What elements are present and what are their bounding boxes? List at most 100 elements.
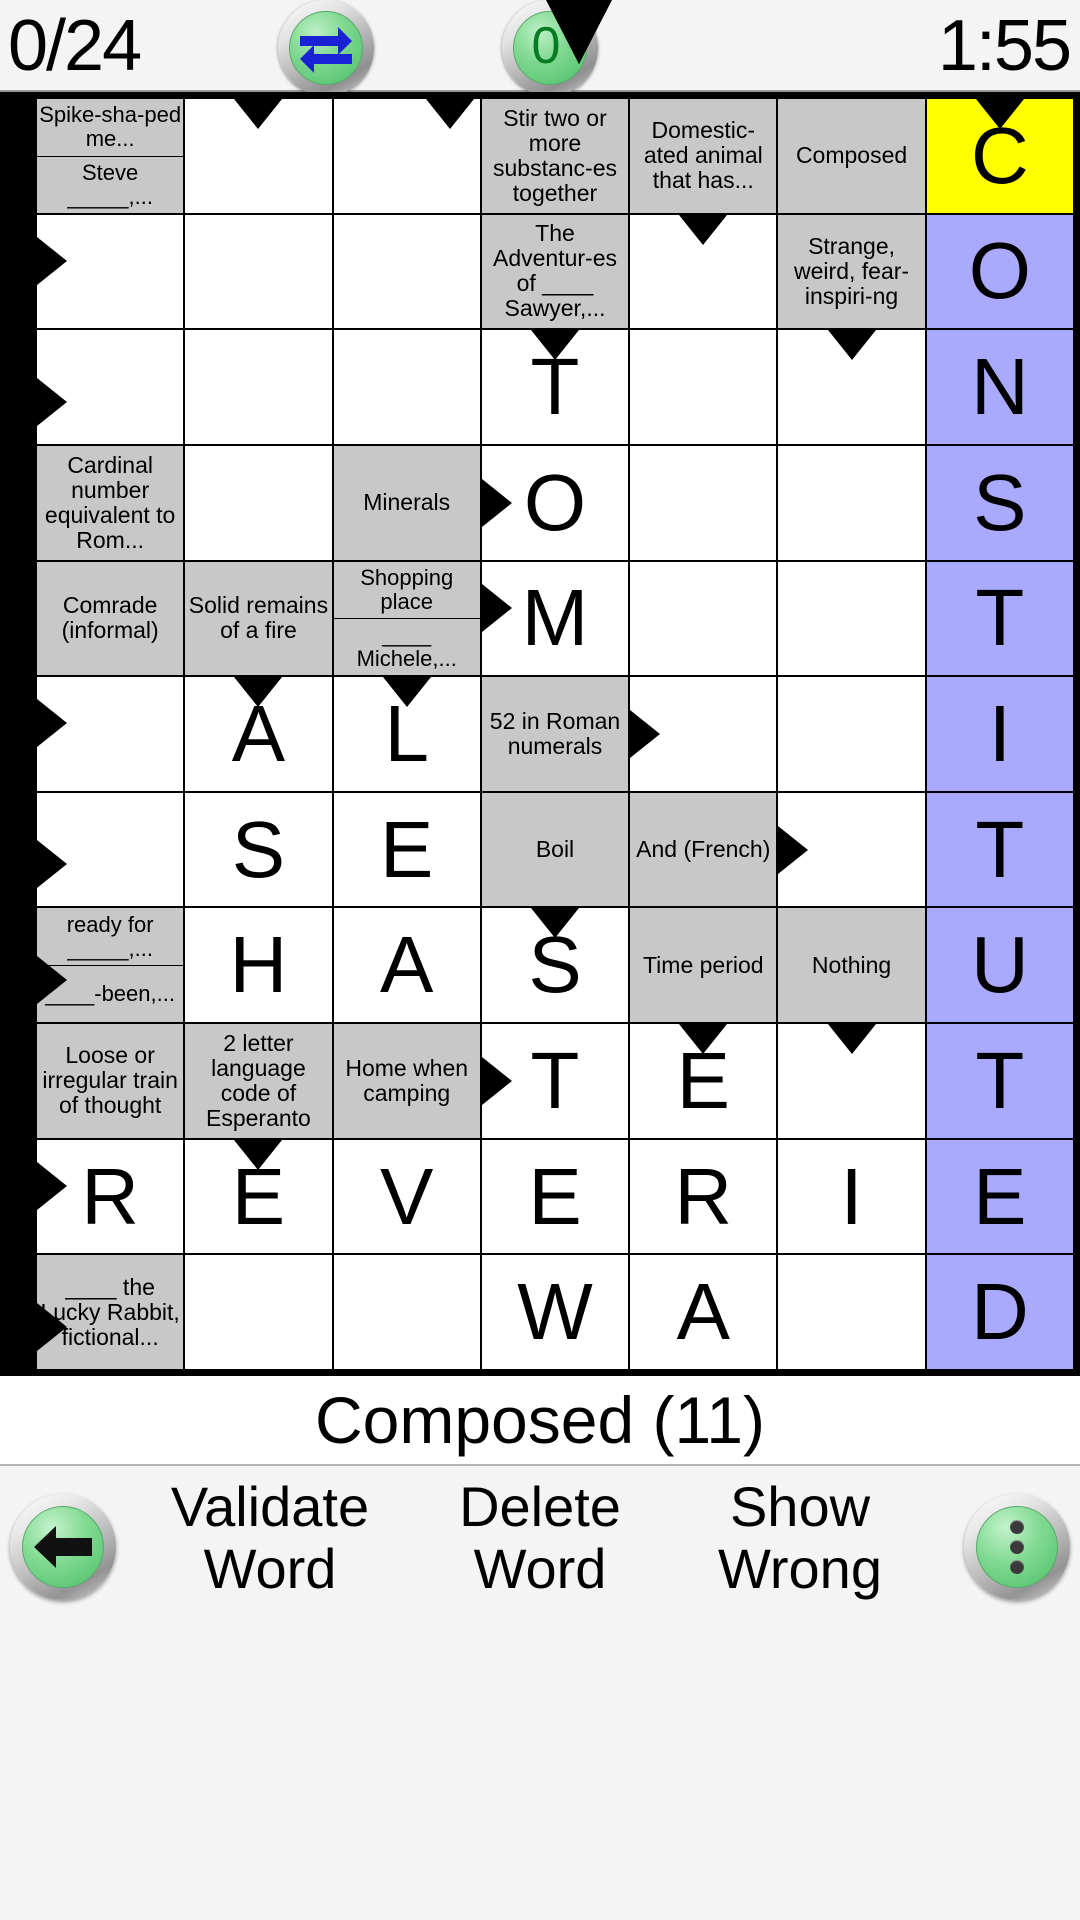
letter-cell[interactable] [184, 213, 333, 330]
letter-cell[interactable]: S [925, 444, 1074, 561]
letter-cell[interactable]: H [184, 907, 333, 1024]
letter-cell[interactable]: S [184, 791, 333, 908]
letter-cell[interactable] [777, 1023, 926, 1139]
clue-text: Minerals [363, 489, 451, 516]
clue-cell[interactable]: Domestic-ated animal that has... [629, 98, 778, 214]
clue-half[interactable]: Steve _____,... [37, 155, 184, 213]
letter-value: T [530, 1035, 580, 1125]
letter-cell[interactable]: O [480, 444, 630, 561]
clue-cell[interactable]: Stir two or more substanc-es together [480, 98, 630, 214]
letter-cell[interactable]: S [480, 907, 630, 1024]
clue-cell[interactable]: Nothing [777, 907, 926, 1024]
validate-word-button[interactable]: Validate Word [130, 1476, 410, 1600]
clue-half[interactable]: Spike-sha-ped me... [37, 99, 184, 156]
clue-half[interactable]: ____ Michele,... [333, 618, 480, 676]
current-clue-display: Composed (11) [0, 1376, 1080, 1464]
show-wrong-button[interactable]: Show Wrong [660, 1476, 940, 1600]
clue-cell[interactable]: Shopping place ____ Michele,... [332, 560, 481, 677]
letter-cell[interactable] [629, 213, 778, 330]
letter-cell[interactable] [629, 444, 778, 561]
letter-cell[interactable] [184, 329, 333, 445]
clue-cell[interactable]: Solid remains of a fire [184, 560, 333, 677]
letter-cell[interactable] [777, 444, 926, 561]
clue-text: ____ Michele,... [356, 622, 457, 672]
letter-cell[interactable] [184, 444, 333, 561]
letter-cell[interactable]: C [925, 98, 1074, 214]
letter-cell[interactable] [36, 791, 185, 908]
clue-cell[interactable]: ready for _____,... ____-been,... [36, 907, 185, 1024]
letter-cell[interactable] [777, 1254, 926, 1370]
letter-cell[interactable] [777, 560, 926, 677]
letter-cell[interactable]: V [332, 1138, 481, 1255]
clue-cell[interactable]: Minerals [332, 444, 481, 561]
letter-cell[interactable]: I [925, 676, 1074, 792]
letter-cell[interactable]: R [36, 1138, 185, 1255]
arrow-right-icon [778, 825, 809, 874]
delete-word-button[interactable]: Delete Word [400, 1476, 680, 1600]
letter-cell[interactable] [36, 676, 185, 792]
clue-text: Stir two or more substanc-es together [492, 104, 617, 206]
letter-cell[interactable]: A [629, 1254, 778, 1370]
letter-cell[interactable] [629, 329, 778, 445]
clue-cell[interactable]: Boil [480, 791, 630, 908]
letter-cell[interactable]: T [925, 560, 1074, 677]
clue-cell[interactable]: ____ the Lucky Rabbit, fictional... [36, 1254, 185, 1370]
letter-cell[interactable] [777, 329, 926, 445]
letter-cell[interactable]: D [925, 1254, 1074, 1370]
clue-cell[interactable]: 2 letter language code of Esperanto [184, 1023, 333, 1139]
letter-cell[interactable]: T [925, 791, 1074, 908]
letter-cell[interactable]: E [332, 791, 481, 908]
clue-cell[interactable]: Comrade (informal) [36, 560, 185, 677]
letter-cell[interactable]: E [925, 1138, 1074, 1255]
clue-cell[interactable]: Time period [629, 907, 778, 1024]
letter-cell[interactable] [332, 98, 481, 214]
clue-cell[interactable]: Strange, weird, fear-inspiri-ng [777, 213, 926, 330]
overflow-menu-button[interactable] [964, 1494, 1070, 1600]
letter-cell[interactable] [332, 329, 481, 445]
clue-half[interactable]: Shopping place [333, 561, 480, 619]
delete-word-label-line1: Delete [459, 1475, 621, 1538]
letter-cell[interactable] [332, 1254, 481, 1370]
letter-cell[interactable]: W [480, 1254, 630, 1370]
letter-cell[interactable]: A [332, 907, 481, 1024]
letter-cell[interactable]: U [925, 907, 1074, 1024]
letter-cell[interactable] [36, 329, 185, 445]
letter-cell[interactable]: E [480, 1138, 630, 1255]
clue-cell[interactable]: Spike-sha-ped me... Steve _____,... [36, 98, 185, 214]
letter-cell[interactable]: M [480, 560, 630, 677]
letter-cell[interactable]: T [480, 329, 630, 445]
letter-cell[interactable] [777, 791, 926, 908]
clue-cell[interactable]: Loose or irregular train of thought [36, 1023, 185, 1139]
clue-cell[interactable]: Composed [777, 98, 926, 214]
letter-cell[interactable] [184, 1254, 333, 1370]
progress-counter: 0/24 [8, 6, 142, 86]
letter-cell[interactable]: T [925, 1023, 1074, 1139]
letter-cell[interactable]: E [184, 1138, 333, 1255]
letter-cell[interactable] [332, 213, 481, 330]
validate-word-label-line2: Word [203, 1537, 337, 1600]
clue-cell[interactable]: Home when camping [332, 1023, 481, 1139]
letter-cell[interactable] [36, 213, 185, 330]
letter-cell[interactable] [629, 560, 778, 677]
clue-cell[interactable]: Cardinal number equivalent to Rom... [36, 444, 185, 561]
arrow-right-icon [37, 699, 67, 748]
letter-cell[interactable] [184, 98, 333, 214]
letter-cell[interactable] [629, 676, 778, 792]
clue-cell[interactable]: The Adventur-es of ____ Sawyer,... [480, 213, 630, 330]
crossword-grid[interactable]: Spike-sha-ped me... Steve _____,... Stir t… [36, 98, 1074, 1370]
letter-cell[interactable]: T [480, 1023, 630, 1139]
letter-cell[interactable]: O [925, 213, 1074, 330]
letter-cell[interactable] [777, 676, 926, 792]
clue-cell[interactable]: 52 in Roman numerals [480, 676, 630, 792]
letter-cell[interactable]: A [184, 676, 333, 792]
letter-cell[interactable]: I [777, 1138, 926, 1255]
clue-text: ready for _____,... [66, 911, 154, 961]
letter-cell[interactable]: N [925, 329, 1074, 445]
clue-cell[interactable]: And (French) [629, 791, 778, 908]
back-button[interactable] [10, 1494, 116, 1600]
arrow-down-icon [679, 1024, 728, 1055]
swap-direction-button[interactable] [278, 0, 374, 96]
letter-cell[interactable]: R [629, 1138, 778, 1255]
letter-cell[interactable]: L [332, 676, 481, 792]
letter-cell[interactable]: E [629, 1023, 778, 1139]
